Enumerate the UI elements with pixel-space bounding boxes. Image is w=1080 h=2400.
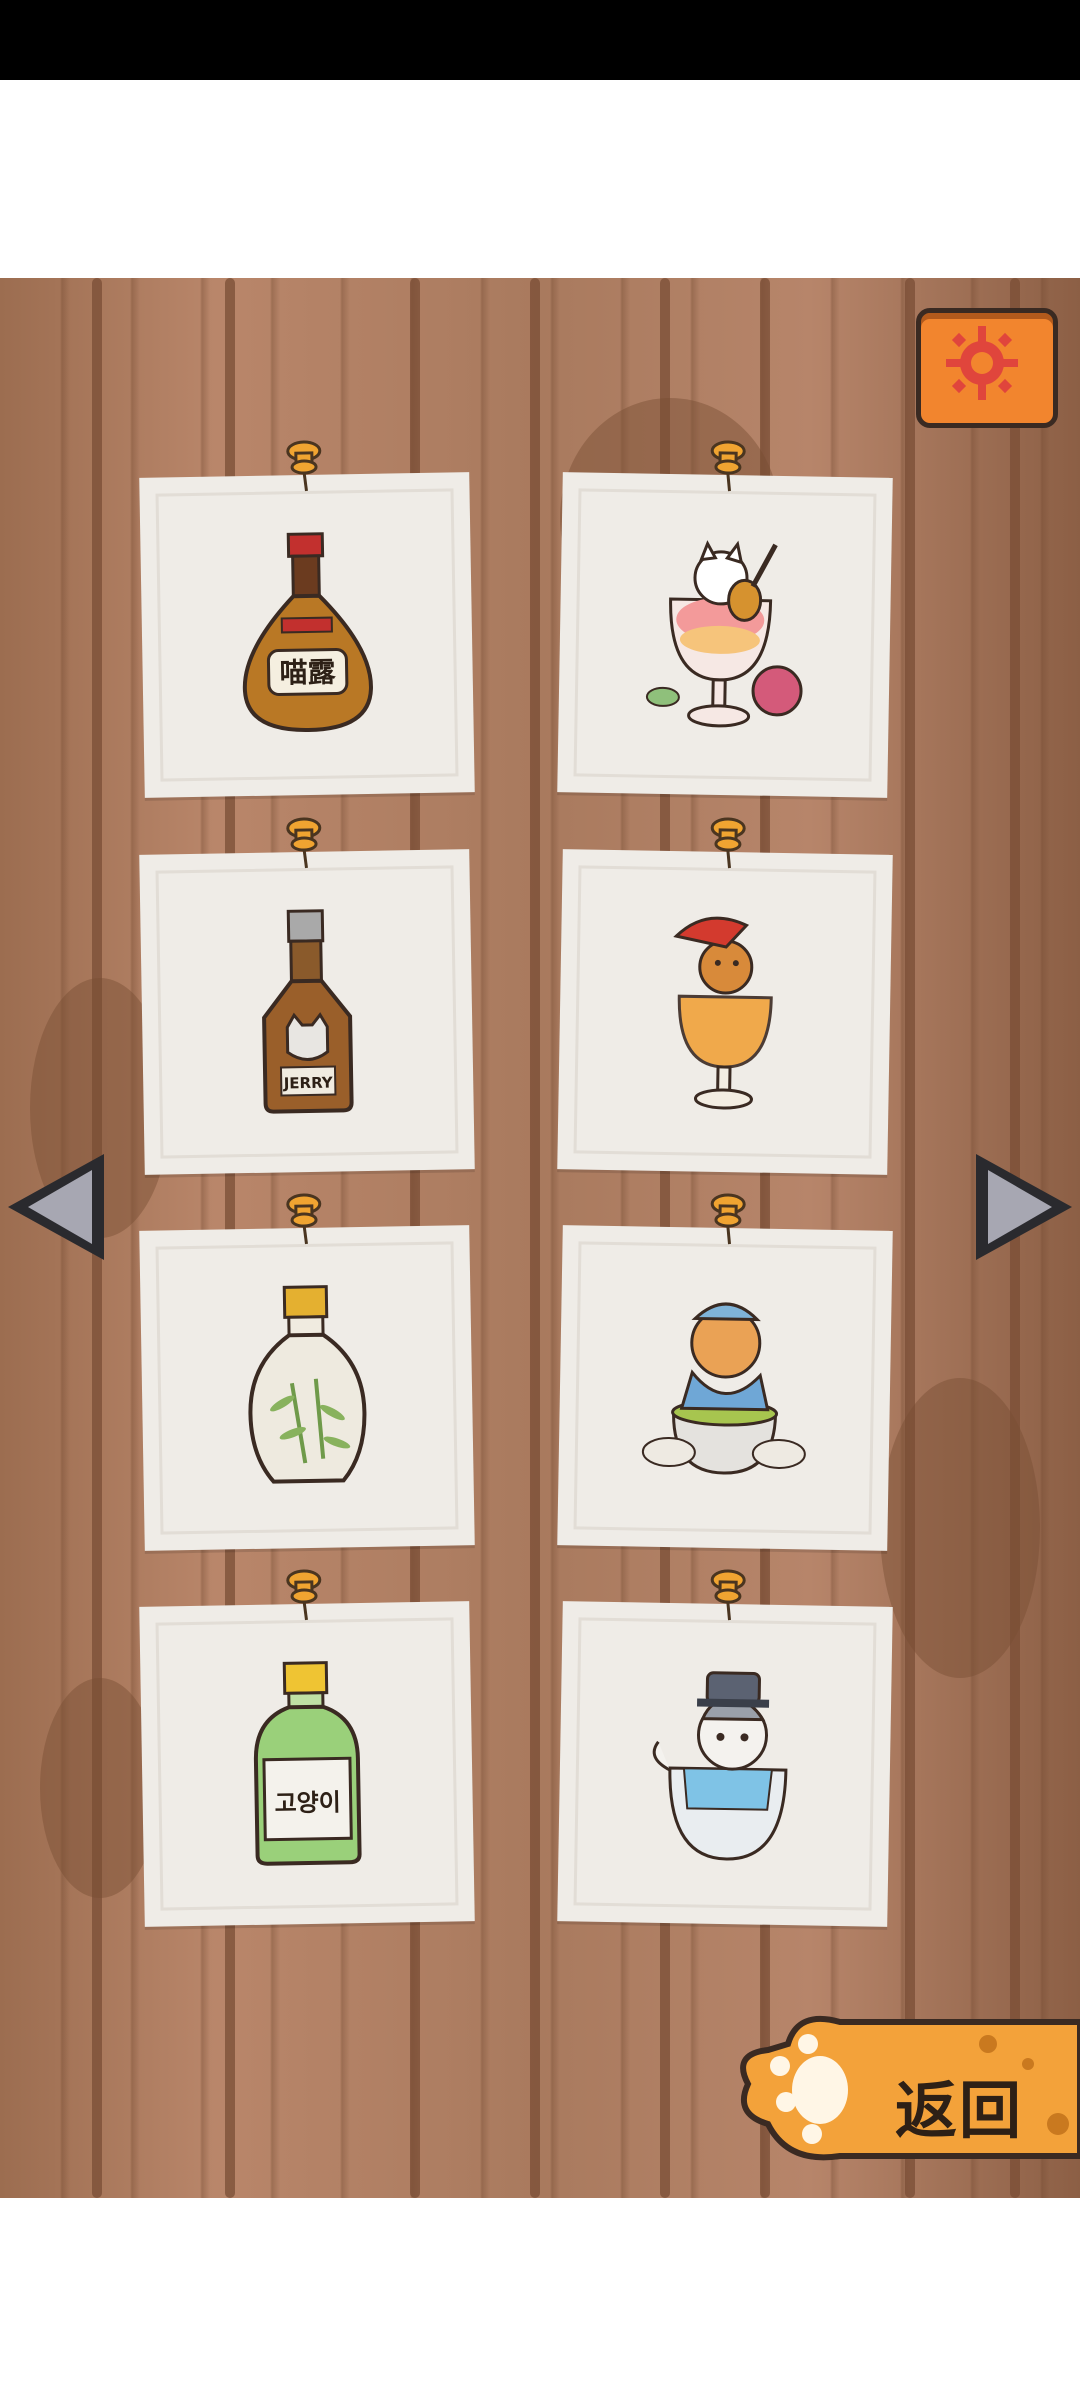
pushpin-icon — [710, 1569, 746, 1621]
cat-pirate-drink-icon — [673, 916, 773, 1110]
bottle-bamboo-icon — [248, 1285, 367, 1484]
pushpin-icon — [710, 817, 746, 869]
cat-guitar-sundae-icon — [645, 540, 803, 728]
bottle-label: 喵露 — [279, 655, 337, 689]
cat-hat-bowl-icon — [652, 1671, 788, 1861]
collection-card[interactable]: 喵露 — [139, 440, 475, 798]
collection-card[interactable]: 고양이 — [139, 1569, 475, 1927]
bottle-miaolu-icon: 喵露 — [242, 532, 373, 732]
gear-icon — [946, 326, 1018, 400]
pushpin-icon — [286, 440, 322, 492]
pushpin-icon — [286, 1193, 322, 1245]
collection-card[interactable] — [557, 1193, 893, 1551]
triangle-right-icon — [976, 1154, 1072, 1260]
back-button-label: 返回 — [895, 2074, 1024, 2147]
collection-card[interactable] — [557, 440, 893, 798]
bottle-label: JERRY — [283, 1074, 334, 1093]
status-bar — [0, 0, 1080, 80]
collection-card[interactable] — [557, 1569, 893, 1927]
collection-card[interactable]: JERRY — [139, 817, 475, 1175]
collection-card[interactable] — [557, 817, 893, 1175]
bottle-label: 고양이 — [274, 1788, 341, 1817]
prev-page-button[interactable] — [0, 1148, 110, 1266]
pushpin-icon — [286, 1569, 322, 1621]
cat-tea-cup-icon — [641, 1302, 806, 1475]
next-page-button[interactable] — [970, 1148, 1080, 1266]
pushpin-icon — [286, 817, 322, 869]
triangle-left-icon — [8, 1154, 104, 1260]
collection-card[interactable] — [139, 1193, 475, 1551]
settings-button[interactable] — [916, 308, 1058, 428]
pushpin-icon — [710, 1193, 746, 1245]
bottle-goyangi-icon: 고양이 — [253, 1661, 362, 1866]
bottle-jerry-icon: JERRY — [262, 909, 354, 1114]
pushpin-icon — [710, 440, 746, 492]
